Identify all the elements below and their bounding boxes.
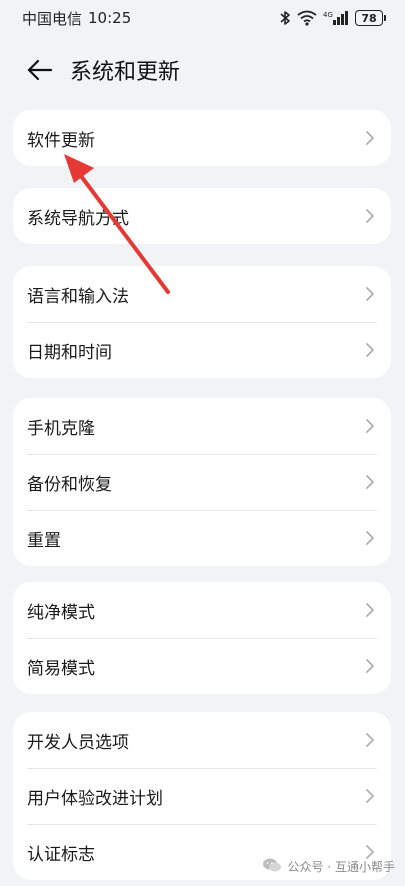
settings-item-label: 语言和输入法	[27, 286, 129, 307]
settings-group-language-date: 语言和输入法 日期和时间	[13, 266, 391, 378]
settings-group-backup: 手机克隆 备份和恢复 重置	[13, 398, 391, 566]
settings-item-label: 备份和恢复	[27, 474, 112, 495]
chevron-right-icon	[363, 531, 377, 545]
chevron-right-icon	[363, 659, 377, 673]
settings-item-backup-restore[interactable]: 备份和恢复	[13, 454, 391, 510]
settings-screen: 中国电信 10:25 4G 78 系统和更新 软件更新 系统导航方式 语言和输入…	[0, 0, 405, 886]
page-title: 系统和更新	[70, 60, 181, 85]
chevron-right-icon	[363, 343, 377, 357]
wechat-logo-icon	[262, 857, 282, 876]
chevron-right-icon	[363, 131, 377, 145]
settings-group-modes: 纯净模式 简易模式	[13, 582, 391, 694]
chevron-right-icon	[363, 603, 377, 617]
settings-item-simple-mode[interactable]: 简易模式	[13, 638, 391, 694]
settings-item-label: 简易模式	[27, 658, 95, 679]
chevron-right-icon	[363, 287, 377, 301]
status-left: 中国电信 10:25	[22, 8, 131, 29]
battery-indicator: 78	[355, 10, 386, 26]
chevron-right-icon	[363, 789, 377, 803]
watermark-text: 公众号 · 互通小帮手	[287, 860, 395, 874]
settings-group-developer: 开发人员选项 用户体验改进计划 认证标志	[13, 712, 391, 880]
settings-item-user-experience[interactable]: 用户体验改进计划	[13, 768, 391, 824]
page-header: 系统和更新	[0, 44, 405, 96]
settings-item-date-time[interactable]: 日期和时间	[13, 322, 391, 378]
settings-item-phone-clone[interactable]: 手机克隆	[13, 398, 391, 454]
settings-item-software-update[interactable]: 软件更新	[13, 110, 391, 166]
settings-group-navigation: 系统导航方式	[13, 188, 391, 244]
bluetooth-icon	[279, 10, 291, 26]
cellular-signal-icon: 4G	[323, 10, 349, 26]
settings-item-label: 系统导航方式	[27, 208, 129, 229]
settings-item-pure-mode[interactable]: 纯净模式	[13, 582, 391, 638]
wifi-icon	[297, 10, 317, 26]
settings-item-system-navigation[interactable]: 系统导航方式	[13, 188, 391, 244]
settings-item-label: 用户体验改进计划	[27, 788, 163, 809]
status-right: 4G 78	[279, 10, 386, 26]
battery-level: 78	[361, 11, 377, 25]
chevron-right-icon	[363, 419, 377, 433]
carrier-name: 中国电信	[22, 9, 83, 28]
settings-item-developer-options[interactable]: 开发人员选项	[13, 712, 391, 768]
settings-group-update: 软件更新	[13, 110, 391, 166]
settings-item-label: 重置	[27, 530, 61, 551]
network-type-label: 4G	[323, 11, 333, 19]
chevron-right-icon	[363, 733, 377, 747]
settings-item-label: 开发人员选项	[27, 732, 129, 753]
status-bar: 中国电信 10:25 4G 78	[0, 0, 405, 36]
settings-item-label: 手机克隆	[27, 418, 95, 439]
watermark: 公众号 · 互通小帮手	[262, 857, 395, 876]
settings-item-label: 纯净模式	[27, 602, 95, 623]
chevron-right-icon	[363, 475, 377, 489]
clock-time: 10:25	[88, 9, 132, 27]
settings-item-language-input[interactable]: 语言和输入法	[13, 266, 391, 322]
settings-item-label: 软件更新	[27, 130, 95, 151]
chevron-right-icon	[363, 209, 377, 223]
settings-item-label: 日期和时间	[27, 342, 112, 363]
settings-item-reset[interactable]: 重置	[13, 510, 391, 566]
back-arrow-icon[interactable]	[24, 54, 56, 86]
